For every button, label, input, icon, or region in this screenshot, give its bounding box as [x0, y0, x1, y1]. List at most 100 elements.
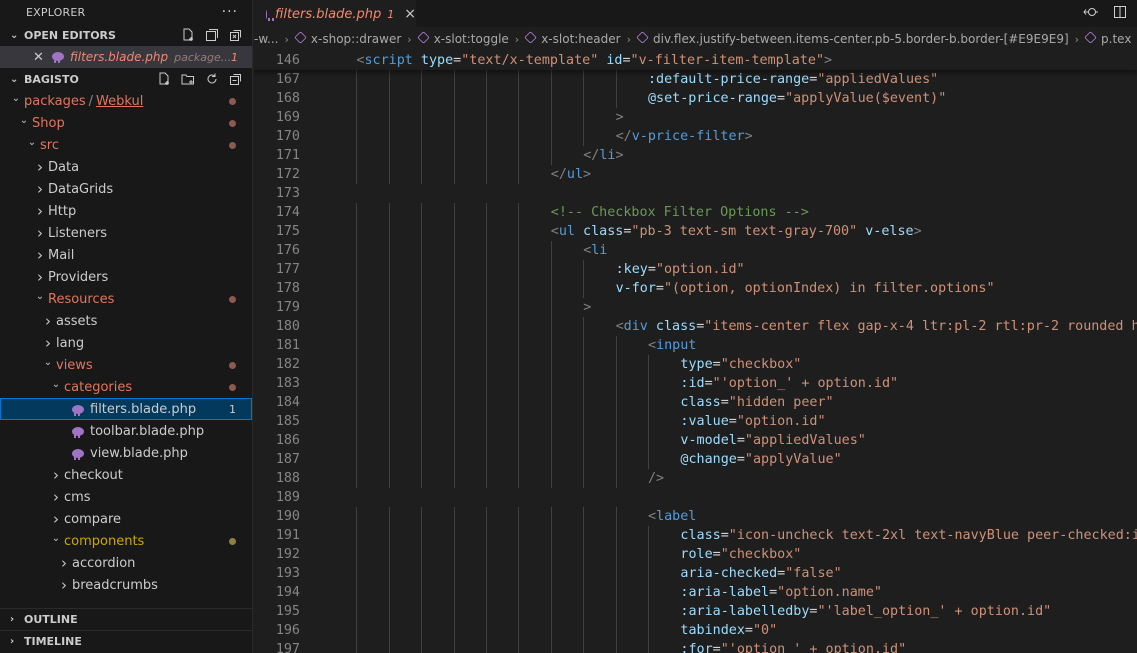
- new-untitled-file-icon[interactable]: [180, 27, 196, 43]
- outline-section[interactable]: › OUTLINE: [0, 608, 252, 630]
- indent-guide: [486, 222, 487, 241]
- workspace-section[interactable]: ⌄ BAGISTO: [0, 68, 252, 90]
- code-line[interactable]: 197:for="'option_' + option.id": [254, 640, 1137, 653]
- folder-item[interactable]: › lang: [0, 332, 252, 354]
- folder-item[interactable]: › assets: [0, 310, 252, 332]
- line-number: 176: [275, 243, 300, 258]
- split-editor-icon[interactable]: [1113, 5, 1127, 23]
- indent-guide: [615, 583, 617, 602]
- code-line[interactable]: 193 aria-checked="false": [254, 564, 1137, 583]
- code-line[interactable]: 191 class="icon-uncheck text-2xl text-nav…: [254, 526, 1137, 545]
- breadcrumb-item[interactable]: div.flex.justify-between.items-center.pb…: [636, 31, 1069, 46]
- line-source: >: [583, 298, 591, 317]
- code-line[interactable]: 170 </v-price-filter>: [254, 127, 1137, 146]
- code-line[interactable]: 185:value="option.id": [254, 412, 1137, 431]
- workspace-label: BAGISTO: [24, 72, 79, 86]
- open-editor-item[interactable]: ✕ filters.blade.php package... 1: [0, 46, 252, 68]
- new-folder-icon[interactable]: [180, 71, 196, 87]
- code-line[interactable]: 176 <li: [254, 241, 1137, 260]
- indent-guide: [518, 222, 520, 241]
- code-line[interactable]: 194:aria-label="option.name": [254, 583, 1137, 602]
- line-number: 168: [275, 91, 300, 106]
- folder-item[interactable]: › Providers: [0, 266, 252, 288]
- code-line[interactable]: 190 <label: [254, 507, 1137, 526]
- file-item[interactable]: view.blade.php: [0, 442, 252, 464]
- code-line[interactable]: 171 </li>: [254, 146, 1137, 165]
- more-actions-icon[interactable]: ···: [222, 4, 238, 20]
- folder-item[interactable]: ⌄ src: [0, 134, 252, 156]
- folder-item[interactable]: ⌄ components: [0, 530, 252, 552]
- code-line[interactable]: 172 </ul>: [254, 165, 1137, 184]
- folder-item[interactable]: › accordion: [0, 552, 252, 574]
- code-line[interactable]: 181 <input: [254, 336, 1137, 355]
- close-icon[interactable]: ✕: [33, 50, 44, 65]
- code-line[interactable]: 192 role="checkbox": [254, 545, 1137, 564]
- code-line[interactable]: 187 @change="applyValue": [254, 450, 1137, 469]
- folder-item[interactable]: ⌄ packages / Webkul: [0, 90, 252, 112]
- chevron-down-icon: ⌄: [35, 290, 45, 302]
- close-all-icon[interactable]: [228, 27, 244, 43]
- code-line[interactable]: 183:id="'option_' + option.id": [254, 374, 1137, 393]
- code-token: li: [591, 243, 608, 258]
- code-line[interactable]: 186 v-model="appliedValues": [254, 431, 1137, 450]
- folder-item[interactable]: ⌄ Resources: [0, 288, 252, 310]
- code-line[interactable]: 175 <ul class="pb-3 text-sm text-gray-700…: [254, 222, 1137, 241]
- folder-item[interactable]: ⌄ Shop: [0, 112, 252, 134]
- new-file-icon[interactable]: [156, 71, 172, 87]
- line-number: 184: [275, 395, 300, 410]
- code-line[interactable]: 188 />: [254, 469, 1137, 488]
- sticky-scroll-header[interactable]: 146 <script type="text/x-template" id="v-…: [254, 51, 1137, 70]
- tab-filters-blade[interactable]: filters.blade.php 1 ×: [254, 0, 416, 27]
- indent-guide: [518, 507, 520, 526]
- indent-guide: [356, 469, 358, 488]
- breadcrumb-item[interactable]: x-slot:toggle: [416, 31, 509, 46]
- folder-item[interactable]: › compare: [0, 508, 252, 530]
- breadcrumb-item[interactable]: -w...: [254, 32, 279, 46]
- open-editors-label: OPEN EDITORS: [24, 28, 116, 42]
- code-line[interactable]: 146 <script type="text/x-template" id="v-…: [254, 51, 1137, 70]
- line-number: 196: [275, 623, 300, 638]
- code-line[interactable]: 168 @set-price-range="applyValue($event)": [254, 89, 1137, 108]
- code-line[interactable]: 167:default-price-range="appliedValues": [254, 70, 1137, 89]
- close-tab-icon[interactable]: ×: [404, 6, 416, 22]
- code-line[interactable]: 169 >: [254, 108, 1137, 127]
- file-item[interactable]: toolbar.blade.php: [0, 420, 252, 442]
- folder-item[interactable]: › Mail: [0, 244, 252, 266]
- code-line[interactable]: 184 class="hidden peer": [254, 393, 1137, 412]
- compare-changes-icon[interactable]: [1083, 5, 1099, 23]
- code-view[interactable]: 146 <script type="text/x-template" id="v-…: [254, 51, 1137, 653]
- tree-item-label-compact[interactable]: Webkul: [96, 94, 143, 109]
- code-line[interactable]: 195:aria-labelledby="'label_option_' + o…: [254, 602, 1137, 621]
- open-editors-section[interactable]: ⌄ OPEN EDITORS: [0, 24, 252, 46]
- line-source: tabindex="0": [680, 621, 777, 640]
- folder-item[interactable]: › Http: [0, 200, 252, 222]
- breadcrumb-item[interactable]: p.tex: [1084, 31, 1131, 46]
- code-line[interactable]: 174 <!-- Checkbox Filter Options -->: [254, 203, 1137, 222]
- code-line[interactable]: 178 v-for="(option, optionIndex) in filte…: [254, 279, 1137, 298]
- tree-item-label: src: [40, 137, 59, 153]
- code-line[interactable]: 182 type="checkbox": [254, 355, 1137, 374]
- timeline-section[interactable]: › TIMELINE: [0, 630, 252, 652]
- folder-item[interactable]: › breadcrumbs: [0, 574, 252, 596]
- save-all-icon[interactable]: [204, 27, 220, 43]
- folder-item[interactable]: › Data: [0, 156, 252, 178]
- breadcrumb-item[interactable]: x-slot:header: [524, 31, 621, 46]
- tree-item-label: DataGrids: [48, 181, 114, 197]
- folder-item[interactable]: ⌄ views: [0, 354, 252, 376]
- folder-item[interactable]: › cms: [0, 486, 252, 508]
- collapse-all-icon[interactable]: [228, 71, 244, 87]
- code-line[interactable]: 173: [254, 184, 1137, 203]
- code-line[interactable]: 177:key="option.id": [254, 260, 1137, 279]
- breadcrumb-item[interactable]: x-shop::drawer: [294, 31, 401, 46]
- refresh-icon[interactable]: [204, 71, 220, 87]
- folder-item[interactable]: › checkout: [0, 464, 252, 486]
- file-item[interactable]: filters.blade.php 1: [0, 398, 252, 420]
- folder-item[interactable]: › Listeners: [0, 222, 252, 244]
- folder-item[interactable]: › DataGrids: [0, 178, 252, 200]
- code-line[interactable]: 179 >: [254, 298, 1137, 317]
- folder-item[interactable]: ⌄ categories: [0, 376, 252, 398]
- indent-guide: [453, 431, 455, 450]
- code-line[interactable]: 180 <div class="items-center flex gap-x-4…: [254, 317, 1137, 336]
- code-line[interactable]: 189: [254, 488, 1137, 507]
- code-line[interactable]: 196 tabindex="0": [254, 621, 1137, 640]
